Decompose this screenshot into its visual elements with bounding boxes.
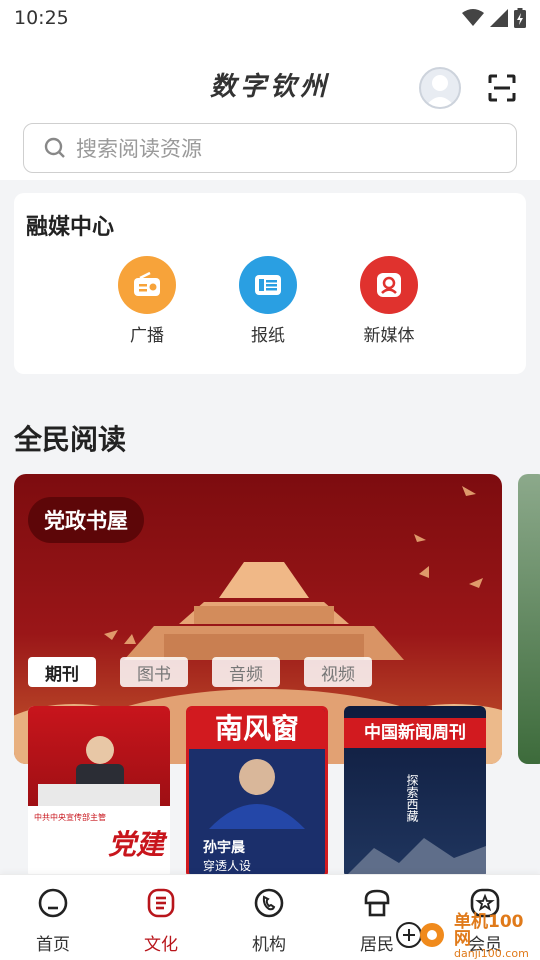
magazine-caption-block: 孙宇晨 穿透人设 [203,837,251,874]
media-item-new-media[interactable]: 新媒体 [344,256,434,346]
watermark-brand: 单机100网 [454,911,524,949]
nav-item-institution[interactable]: 机构 [229,887,309,955]
media-item-radio[interactable]: 广播 [102,256,192,346]
avatar[interactable] [419,67,461,109]
signal-icon [490,9,508,27]
magazine-title: 中国新闻周刊 [344,718,486,748]
watermark-logo: 单机100网 danji100.com [392,912,540,960]
magazine-cover-photo [344,838,486,878]
nav-item-home[interactable]: 首页 [13,887,93,955]
nav-item-culture[interactable]: 文化 [121,887,201,955]
banner-badge[interactable]: 党政书屋 [28,497,144,543]
media-item-label: 新媒体 [363,326,415,346]
institution-icon [254,888,284,918]
status-bar: 10:25 [0,0,540,36]
media-item-label: 报纸 [251,326,285,346]
new-media-icon [360,256,418,314]
status-time: 10:25 [14,7,69,29]
nav-label: 机构 [252,935,286,955]
app-header: 数字钦州 搜索阅读资源 [0,36,540,180]
nav-label: 文化 [144,935,178,955]
watermark-url: danji100.com [454,946,529,960]
tab-video[interactable]: 视频 [304,657,372,687]
magazine-caption: 探索西藏 [405,774,419,822]
home-icon [38,888,68,918]
newspaper-icon [239,256,297,314]
tab-audio[interactable]: 音频 [212,657,280,687]
radio-icon [118,256,176,314]
magazine-cover-dangjian[interactable]: 中共中央宣传部主管 党建 [28,706,170,878]
media-item-newspaper[interactable]: 报纸 [223,256,313,346]
battery-icon [514,8,526,28]
media-center-card: 融媒中心 广播 报纸 新媒体 [14,193,526,374]
culture-icon [147,888,175,918]
magazine-cover-text: 中共中央宣传部主管 党建 [28,806,170,869]
magazine-caption-name: 孙宇晨 [203,840,245,856]
tab-periodical[interactable]: 期刊 [28,657,96,687]
magazine-caption-sub: 穿透人设 [203,859,252,873]
media-item-label: 广播 [130,326,164,346]
search-placeholder: 搜索阅读资源 [76,137,202,161]
magazine-title: 南风窗 [189,709,325,749]
scan-icon[interactable] [488,74,516,102]
magazine-cover-nanfengchuang[interactable]: 南风窗 孙宇晨 穿透人设 [186,706,328,878]
magazine-list: 中共中央宣传部主管 党建 南风窗 孙宇晨 穿透人设 中国新闻周刊 探索西藏 [14,706,540,878]
nav-label: 首页 [36,935,70,955]
resident-icon [364,889,390,917]
tab-books[interactable]: 图书 [120,657,188,687]
status-icons [462,8,526,28]
search-input[interactable]: 搜索阅读资源 [23,123,517,173]
magazine-cover-china-news-weekly[interactable]: 中国新闻周刊 探索西藏 [344,706,486,878]
watermark-text: 单机100网 danji100.com [454,911,540,960]
section-title-reading: 全民阅读 [14,423,127,456]
watermark-icon [396,922,444,948]
media-center-title: 融媒中心 [26,215,115,240]
magazine-cover-photo [28,706,170,806]
magazine-title: 党建 [107,828,164,861]
user-avatar-icon [425,75,455,107]
magazine-cover-photo [209,759,305,829]
magazine-caption: 中共中央宣传部主管 [34,813,106,822]
search-icon [44,137,65,158]
wifi-icon [462,9,484,26]
